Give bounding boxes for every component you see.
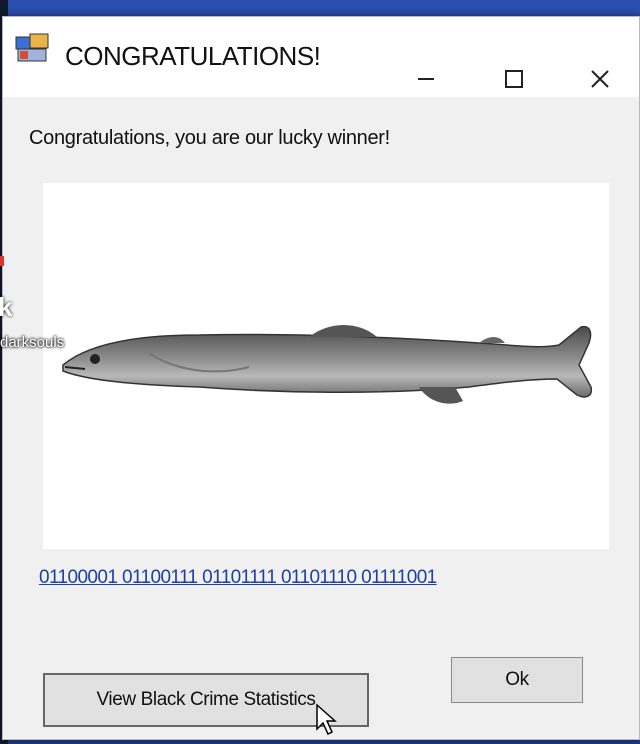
winner-message: Congratulations, you are our lucky winne… bbox=[29, 127, 390, 149]
mouse-cursor-icon bbox=[316, 703, 337, 736]
dialog-window: CONGRATULATIONS! Congratulations, you ar… bbox=[2, 16, 640, 740]
overlay-username: darksouls bbox=[0, 334, 65, 351]
overlay-letter: k bbox=[0, 292, 13, 322]
close-icon bbox=[591, 70, 609, 88]
maximize-button[interactable] bbox=[491, 61, 537, 97]
window-title: CONGRATULATIONS! bbox=[65, 41, 321, 71]
fish-picture-box bbox=[43, 183, 609, 549]
title-bar[interactable]: CONGRATULATIONS! bbox=[3, 17, 639, 97]
maximize-icon bbox=[505, 70, 523, 88]
overlay-marker bbox=[0, 256, 4, 266]
ok-button[interactable]: Ok bbox=[451, 657, 583, 703]
minimize-icon bbox=[418, 78, 434, 80]
dialog-content: Congratulations, you are our lucky winne… bbox=[3, 97, 639, 739]
fish-image bbox=[62, 325, 593, 404]
app-window-icon bbox=[15, 33, 49, 62]
binary-link[interactable]: 01100001 01100111 01101111 01101110 0111… bbox=[39, 567, 437, 589]
close-button[interactable] bbox=[577, 61, 623, 97]
minimize-button[interactable] bbox=[403, 61, 449, 97]
